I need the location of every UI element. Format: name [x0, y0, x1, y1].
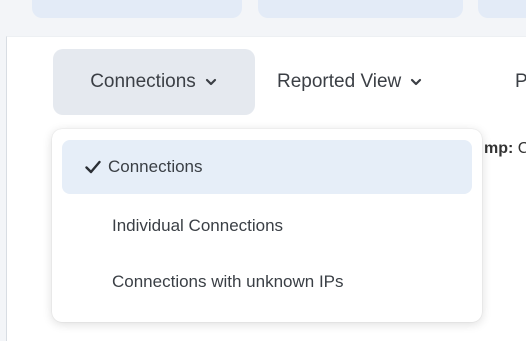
- chevron-down-icon: [205, 78, 216, 86]
- background-partial-text: mp: C: [484, 140, 526, 158]
- menu-item-label: Connections: [108, 157, 203, 176]
- next-toolbar-button[interactable]: P: [515, 49, 526, 115]
- connections-view-button[interactable]: Connections: [53, 49, 255, 115]
- menu-item-label: Individual Connections: [112, 216, 284, 235]
- menu-item-label: Connections with unknown IPs: [112, 272, 344, 291]
- top-tab-3[interactable]: [478, 0, 526, 18]
- connections-dropdown-menu: Connections Individual Connections Conne…: [52, 129, 482, 322]
- checkmark-icon: [85, 160, 101, 174]
- chevron-down-icon: [411, 78, 422, 86]
- background-partial-label: mp:: [484, 140, 514, 157]
- background-partial-value: C: [517, 140, 526, 157]
- next-toolbar-label: P: [515, 71, 526, 92]
- reported-view-button[interactable]: Reported View: [277, 49, 423, 115]
- connections-view-label: Connections: [90, 71, 196, 92]
- reported-view-label: Reported View: [277, 71, 402, 92]
- top-tab-1[interactable]: [32, 0, 242, 18]
- menu-item-connections[interactable]: Connections: [62, 140, 472, 194]
- menu-item-connections-unknown-ips[interactable]: Connections with unknown IPs: [62, 255, 472, 309]
- top-tab-2[interactable]: [258, 0, 463, 18]
- top-tab-strip: [0, 0, 526, 36]
- menu-item-individual-connections[interactable]: Individual Connections: [62, 199, 472, 253]
- app-page: Connections Reported View P mp: C Connec…: [0, 0, 526, 341]
